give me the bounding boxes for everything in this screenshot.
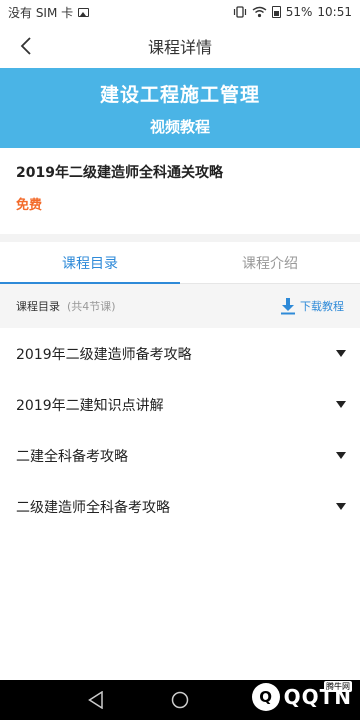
system-nav-bar: Q QQTN 腾牛网 <box>0 680 360 720</box>
download-icon <box>281 297 295 314</box>
caret-down-icon <box>336 350 346 357</box>
clock-time: 10:51 <box>317 5 352 19</box>
page-title: 课程详情 <box>147 38 212 57</box>
system-back-button[interactable] <box>85 689 107 711</box>
lesson-item[interactable]: 二建全科备考攻略 <box>0 430 360 481</box>
catalog-title: 课程目录 <box>16 300 60 313</box>
tab-catalog[interactable]: 课程目录 <box>0 242 180 284</box>
download-button[interactable]: 下载教程 <box>280 297 344 315</box>
battery-icon <box>271 6 281 18</box>
download-label: 下载教程 <box>300 300 344 313</box>
status-left: 没有 SIM 卡 <box>8 4 90 21</box>
lesson-item[interactable]: 二级建造师全科备考攻略 <box>0 481 360 532</box>
vibrate-icon <box>233 6 246 18</box>
triangle-back-icon <box>88 691 103 709</box>
status-bar: 没有 SIM 卡 51% 10:51 <box>0 0 360 24</box>
back-button[interactable] <box>10 30 42 62</box>
lesson-count: (共4节课) <box>67 300 116 313</box>
lesson-item[interactable]: 2019年二建知识点讲解 <box>0 379 360 430</box>
course-price: 免费 <box>16 198 43 213</box>
caret-down-icon <box>336 401 346 408</box>
lesson-title: 二建全科备考攻略 <box>16 448 128 465</box>
catalog-header: 课程目录 (共4节课) 下载教程 <box>0 284 360 328</box>
system-home-button[interactable] <box>169 689 191 711</box>
course-name: 2019年二级建造师全科通关攻略 <box>16 165 223 181</box>
wifi-icon <box>252 6 267 18</box>
chevron-left-icon <box>20 37 31 55</box>
banner-title: 建设工程施工管理 <box>99 84 260 106</box>
status-right: 51% 10:51 <box>233 5 352 19</box>
tab-introduction[interactable]: 课程介绍 <box>180 242 360 283</box>
caret-down-icon <box>336 503 346 510</box>
course-banner: 建设工程施工管理 视频教程 <box>0 68 360 148</box>
banner-subtitle: 视频教程 <box>149 118 210 136</box>
lesson-title: 2019年二级建造师备考攻略 <box>16 346 192 363</box>
catalog-heading: 课程目录 (共4节课) <box>16 298 116 314</box>
lesson-title: 二级建造师全科备考攻略 <box>16 499 170 516</box>
tab-bar: 课程目录 课程介绍 <box>0 242 360 284</box>
course-info: 2019年二级建造师全科通关攻略 免费 <box>0 148 360 234</box>
circle-home-icon <box>171 691 189 709</box>
lesson-item[interactable]: 2019年二级建造师备考攻略 <box>0 328 360 379</box>
battery-percent: 51% <box>285 5 313 19</box>
carrier-text: 没有 SIM 卡 <box>8 5 74 20</box>
nav-bar: 课程详情 <box>0 24 360 68</box>
gallery-notification-icon <box>78 7 90 17</box>
watermark: Q QQTN 腾牛网 <box>251 681 352 711</box>
watermark-logo-icon: Q <box>251 683 280 711</box>
lesson-list: 2019年二级建造师备考攻略 2019年二建知识点讲解 二建全科备考攻略 二级建… <box>0 328 360 532</box>
watermark-site: 腾牛网 <box>324 681 352 692</box>
section-divider <box>0 234 360 242</box>
lesson-title: 2019年二建知识点讲解 <box>16 397 164 414</box>
caret-down-icon <box>336 452 346 459</box>
